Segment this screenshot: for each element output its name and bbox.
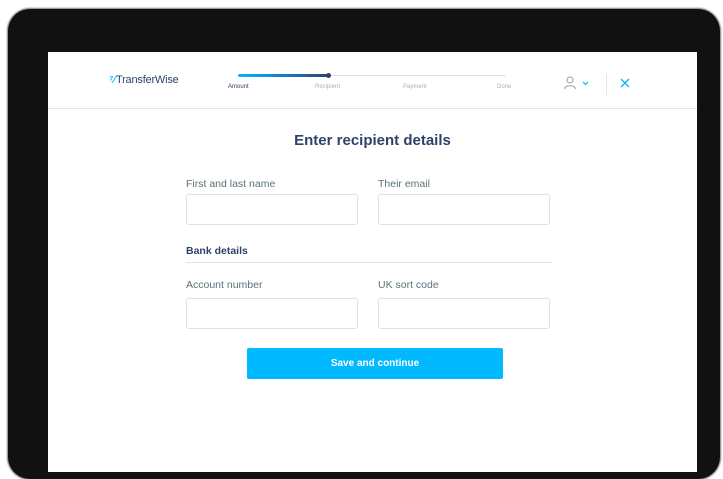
header-divider — [606, 74, 607, 95]
account-number-input[interactable] — [186, 298, 358, 329]
progress-marker — [326, 73, 332, 78]
name-label: First and last name — [186, 178, 276, 190]
app-screen: ⁷⁄TransferWise Amount Recipient Payment … — [48, 52, 697, 472]
bank-details-heading: Bank details — [186, 245, 248, 257]
name-input[interactable] — [186, 194, 358, 225]
step-done: Done — [497, 84, 512, 90]
logo-mark-icon: ⁷⁄ — [109, 74, 115, 86]
email-input[interactable] — [378, 194, 550, 225]
save-and-continue-button[interactable]: Save and continue — [247, 348, 503, 379]
page-title: Enter recipient details — [294, 132, 451, 149]
account-number-label: Account number — [186, 279, 263, 291]
progress-fill — [238, 74, 330, 77]
step-amount[interactable]: Amount — [228, 84, 249, 90]
step-payment: Payment — [403, 84, 427, 90]
laptop-frame: ⁷⁄TransferWise Amount Recipient Payment … — [8, 9, 720, 479]
progress-stepper: Amount Recipient Payment Done — [228, 73, 528, 95]
section-divider — [186, 262, 552, 263]
step-recipient: Recipient — [315, 84, 341, 90]
transferwise-logo[interactable]: ⁷⁄TransferWise — [109, 74, 179, 86]
close-button[interactable] — [617, 75, 633, 91]
logo-text: TransferWise — [115, 74, 179, 86]
close-icon — [620, 78, 630, 88]
user-icon — [563, 76, 589, 90]
account-menu[interactable] — [562, 74, 594, 92]
sort-code-label: UK sort code — [378, 279, 439, 291]
chevron-down-icon — [582, 81, 589, 86]
top-bar: ⁷⁄TransferWise Amount Recipient Payment … — [48, 52, 697, 109]
email-label: Their email — [378, 178, 430, 190]
sort-code-input[interactable] — [378, 298, 550, 329]
